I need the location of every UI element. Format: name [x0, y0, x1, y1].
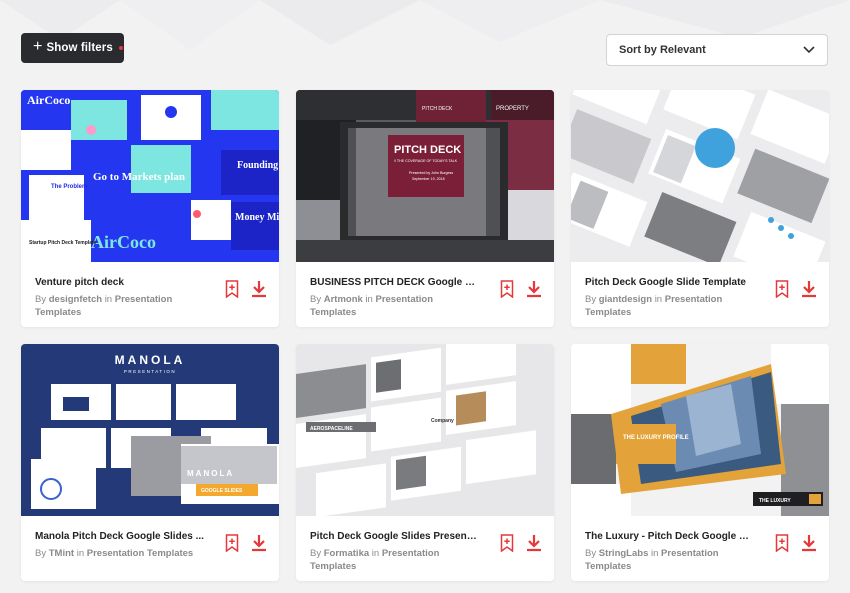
template-card[interactable]: PITCH DECK // THE COVERAGE OF TODAY'S TA…: [296, 90, 554, 327]
bookmark-add-icon[interactable]: [775, 280, 789, 303]
plus-icon: +: [33, 38, 43, 55]
thumb-text: Startup Pitch Deck Template: [29, 240, 97, 246]
card-thumbnail[interactable]: THE LUXURY PROFILE THE LUXURY: [571, 344, 829, 516]
thumb-text: Money Miles: [235, 212, 279, 223]
card-thumbnail[interactable]: [571, 90, 829, 262]
author-link[interactable]: Artmonk: [324, 294, 363, 305]
thumb-text: AirCoco: [27, 93, 70, 107]
download-icon[interactable]: [251, 280, 267, 303]
thumb-text: September 19, 2018: [412, 177, 445, 181]
sort-select[interactable]: Sort by Relevant: [606, 34, 828, 66]
thumb-text: Company: [431, 418, 454, 424]
results-grid: AirCoco Go to Markets plan Founding Team…: [21, 90, 829, 585]
thumb-text: Presented by John Burgess: [409, 171, 453, 175]
card-title[interactable]: Manola Pitch Deck Google Slides ...: [35, 530, 205, 543]
card-thumbnail[interactable]: AirCoco Go to Markets plan Founding Team…: [21, 90, 279, 262]
card-byline: By Artmonk in Presentation Templates: [310, 294, 434, 318]
active-filter-dot: [118, 46, 123, 50]
thumb-text: The Problem: [51, 184, 87, 190]
card-byline: By TMint in Presentation Templates: [35, 548, 194, 559]
card-thumbnail[interactable]: AEROSPACELINE Company: [296, 344, 554, 516]
author-link[interactable]: Formatika: [324, 548, 369, 559]
card-title[interactable]: The Luxury - Pitch Deck Google Sl...: [585, 530, 755, 543]
author-link[interactable]: TMint: [49, 548, 74, 559]
thumb-text: THE LUXURY: [759, 498, 791, 504]
bookmark-add-icon[interactable]: [500, 534, 514, 557]
template-card[interactable]: Pitch Deck Google Slide Template By gian…: [571, 90, 829, 327]
card-thumbnail[interactable]: MANOLA PRESENTATION MANOLA GOOGLE SLIDES: [21, 344, 279, 516]
card-byline: By giantdesign in Presentation Templates: [585, 294, 723, 318]
toolbar: + Show filters Sort by Relevant: [0, 0, 850, 80]
thumb-text: AEROSPACELINE: [310, 426, 353, 432]
show-filters-button[interactable]: + Show filters: [21, 33, 124, 63]
template-card[interactable]: AirCoco Go to Markets plan Founding Team…: [21, 90, 279, 327]
category-link[interactable]: Presentation Templates: [87, 548, 193, 559]
thumb-text: MANOLA: [187, 469, 234, 478]
thumb-text: THE LUXURY PROFILE: [623, 435, 689, 441]
author-link[interactable]: giantdesign: [599, 294, 652, 305]
download-icon[interactable]: [526, 280, 542, 303]
author-link[interactable]: StringLabs: [599, 548, 649, 559]
download-icon[interactable]: [526, 534, 542, 557]
download-icon[interactable]: [801, 534, 817, 557]
author-link[interactable]: designfetch: [49, 294, 102, 305]
card-byline: By StringLabs in Presentation Templates: [585, 548, 719, 572]
bookmark-add-icon[interactable]: [500, 280, 514, 303]
bookmark-add-icon[interactable]: [225, 280, 239, 303]
download-icon[interactable]: [801, 280, 817, 303]
card-title[interactable]: BUSINESS PITCH DECK Google Sli...: [310, 276, 480, 289]
download-icon[interactable]: [251, 534, 267, 557]
card-byline: By designfetch in Presentation Templates: [35, 294, 173, 318]
template-card[interactable]: THE LUXURY PROFILE THE LUXURY The Luxury…: [571, 344, 829, 581]
card-title[interactable]: Pitch Deck Google Slide Template: [585, 276, 755, 289]
thumb-text: PITCH DECK: [394, 144, 461, 156]
thumb-text: Go to Markets plan: [93, 171, 185, 183]
thumb-text: PRESENTATION: [124, 369, 176, 374]
bookmark-add-icon[interactable]: [775, 534, 789, 557]
template-card[interactable]: MANOLA PRESENTATION MANOLA GOOGLE SLIDES: [21, 344, 279, 581]
thumb-text: Founding Team: [237, 160, 279, 171]
chevron-down-icon: [803, 46, 815, 54]
card-thumbnail[interactable]: PITCH DECK // THE COVERAGE OF TODAY'S TA…: [296, 90, 554, 262]
thumb-text: // THE COVERAGE OF TODAY'S TALK: [394, 159, 458, 163]
thumb-text: MANOLA: [115, 353, 186, 367]
thumb-text: AirCoco: [91, 232, 156, 252]
sort-label: Sort by Relevant: [619, 44, 706, 56]
card-title[interactable]: Pitch Deck Google Slides Presenta...: [310, 530, 480, 543]
thumb-text: PITCH DECK: [422, 106, 453, 112]
bookmark-add-icon[interactable]: [225, 534, 239, 557]
thumb-text: PROPERTY: [496, 106, 529, 112]
template-card[interactable]: AEROSPACELINE Company Pitch Deck Google …: [296, 344, 554, 581]
show-filters-label: Show filters: [46, 42, 113, 54]
card-byline: By Formatika in Presentation Templates: [310, 548, 440, 572]
thumb-text: GOOGLE SLIDES: [201, 488, 243, 494]
card-title[interactable]: Venture pitch deck: [35, 276, 205, 289]
